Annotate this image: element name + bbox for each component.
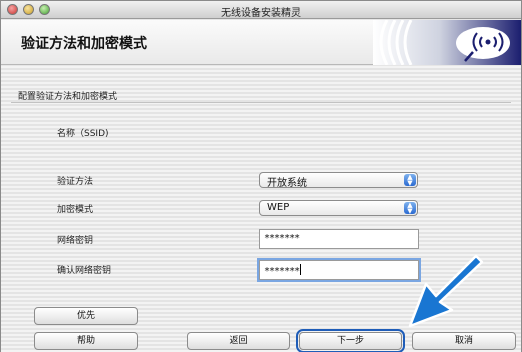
auth-method-label: 验证方法 — [57, 177, 94, 187]
network-key-field[interactable]: ******* — [259, 229, 419, 249]
cancel-button[interactable]: 取消 — [412, 332, 516, 350]
priority-button[interactable]: 优先 — [34, 307, 138, 325]
encryption-mode-select[interactable]: WEP ▲ ▼ — [259, 200, 418, 216]
ssid-label: 名称（SSID) — [57, 129, 109, 139]
auth-method-value: 开放系统 — [267, 178, 307, 189]
encryption-mode-value: WEP — [267, 202, 290, 213]
installer-window: 无线设备安装精灵 验证方法和加密模式 配置验证方法和加密模式 名称（SSID) … — [0, 0, 522, 352]
next-button[interactable]: 下一步 — [296, 329, 405, 352]
encryption-mode-label: 加密模式 — [57, 205, 94, 215]
network-key-value: ******* — [264, 233, 300, 244]
updown-arrows-icon: ▲ ▼ — [404, 202, 416, 215]
confirm-network-key-label: 确认网络密钥 — [57, 266, 112, 276]
help-button[interactable]: 帮助 — [34, 332, 138, 350]
text-caret — [300, 264, 302, 275]
wireless-logo-icon — [373, 20, 521, 65]
section-title: 配置验证方法和加密模式 — [18, 92, 118, 102]
divider — [11, 102, 511, 103]
window-title: 无线设备安装精灵 — [221, 8, 301, 19]
wizard-header: 验证方法和加密模式 — [1, 20, 521, 65]
title-bar: 无线设备安装精灵 — [1, 1, 521, 19]
network-key-label: 网络密钥 — [57, 236, 94, 246]
auth-method-select[interactable]: 开放系统 ▲ ▼ — [259, 172, 418, 189]
confirm-network-key-field[interactable]: ******* — [257, 258, 421, 282]
page-title: 验证方法和加密模式 — [21, 36, 147, 52]
confirm-network-key-value: ******* — [264, 266, 300, 277]
updown-arrows-icon: ▲ ▼ — [404, 174, 416, 187]
pointer-arrow-icon — [408, 254, 484, 328]
back-button[interactable]: 返回 — [187, 332, 290, 350]
